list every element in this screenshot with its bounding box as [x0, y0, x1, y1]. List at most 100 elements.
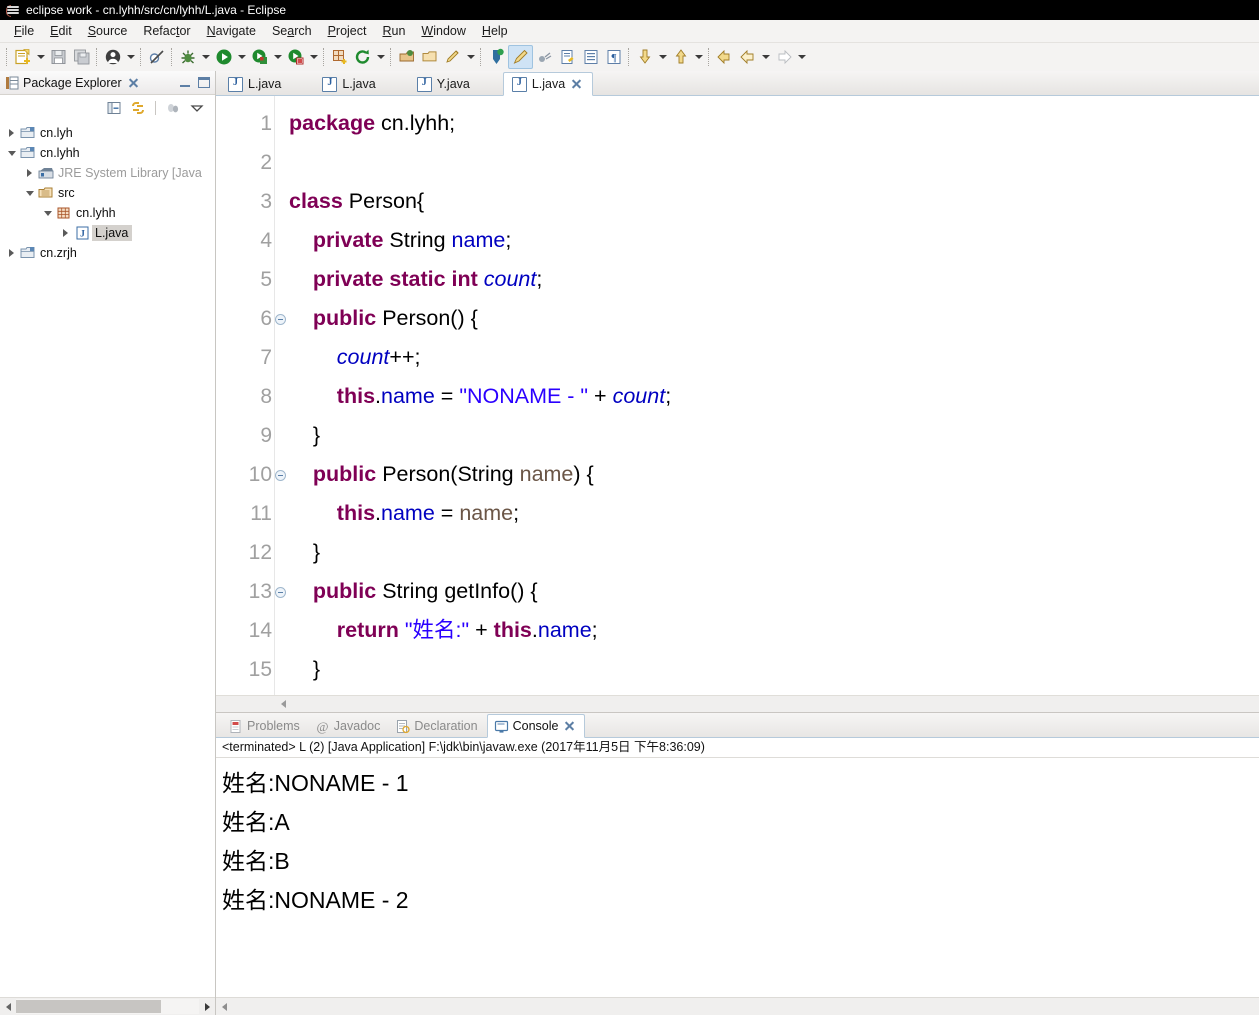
package-explorer-tab[interactable]: Package Explorer: [0, 71, 215, 95]
menu-navigate[interactable]: Navigate: [199, 22, 264, 40]
menu-edit[interactable]: Edit: [42, 22, 80, 40]
scrollbar-track[interactable]: [16, 999, 199, 1014]
search-dropdown-icon[interactable]: [464, 46, 477, 68]
explorer-horizontal-scrollbar[interactable]: [0, 997, 215, 1015]
close-icon[interactable]: [127, 77, 139, 89]
coverage-dropdown-icon[interactable]: [307, 46, 320, 68]
show-whitespace-icon[interactable]: ¶: [602, 46, 625, 68]
back-icon[interactable]: [713, 46, 736, 68]
menu-refactor[interactable]: Refactor: [135, 22, 198, 40]
previous-annotation-down-icon[interactable]: [633, 46, 656, 68]
chevron-down-icon[interactable]: [22, 183, 37, 203]
refresh-dropdown-icon[interactable]: [374, 46, 387, 68]
tab-problems[interactable]: Problems: [222, 715, 309, 737]
focus-on-active-task-icon[interactable]: [163, 99, 183, 117]
minimize-icon[interactable]: [179, 78, 191, 88]
menu-file[interactable]: FFileile: [6, 22, 42, 40]
tree-item-cn-lyh[interactable]: cn.lyh: [0, 123, 215, 143]
debug-dropdown-icon[interactable]: [199, 46, 212, 68]
scroll-right-arrow-icon[interactable]: [199, 999, 215, 1014]
forward-dropdown-icon[interactable]: [795, 46, 808, 68]
chevron-right-icon[interactable]: [58, 223, 73, 243]
code-viewport[interactable]: 1 2 3 4 5 6 7 8 9 10 11 12 13 14 15 16: [216, 96, 1259, 695]
view-menu-icon[interactable]: [187, 99, 207, 117]
code-token: name: [381, 384, 435, 408]
close-icon[interactable]: [564, 721, 575, 732]
scroll-left-arrow-icon[interactable]: [216, 999, 232, 1014]
tree-item-l-java[interactable]: J L.java: [0, 223, 215, 243]
scroll-left-arrow-icon[interactable]: [276, 697, 290, 711]
maximize-icon[interactable]: [198, 77, 210, 88]
code-token: name: [451, 228, 506, 252]
tree-item-cn-lyhh[interactable]: cn.lyhh: [0, 143, 215, 163]
run-icon[interactable]: [212, 46, 235, 68]
last-edit-icon[interactable]: [556, 46, 579, 68]
tree-item-jre-system-library[interactable]: JRE System Library [Java: [0, 163, 215, 183]
previous-annotation-dropdown-icon[interactable]: [656, 46, 669, 68]
scroll-left-arrow-icon[interactable]: [0, 999, 16, 1014]
tree-item-label: src: [58, 186, 75, 200]
tab-console-active[interactable]: Console: [486, 714, 586, 738]
run-external-tools-icon[interactable]: [248, 46, 271, 68]
run-dropdown-icon[interactable]: [235, 46, 248, 68]
chevron-right-icon[interactable]: [4, 123, 19, 143]
editor-tab-0[interactable]: L.java: [220, 73, 292, 95]
open-folder-icon[interactable]: [418, 46, 441, 68]
forward-back-icon[interactable]: [736, 46, 759, 68]
chevron-down-icon[interactable]: [40, 203, 55, 223]
project-tree[interactable]: cn.lyh cn.lyhh JRE System Library [Java: [0, 120, 215, 997]
tree-item-cn-zrjh[interactable]: cn.zrjh: [0, 243, 215, 263]
editor-tab-3-active[interactable]: L.java: [502, 72, 594, 96]
console-output[interactable]: 姓名:NONAME - 1 姓名:A 姓名:B 姓名:NONAME - 2: [216, 758, 1259, 997]
fold-collapse-icon[interactable]: [275, 469, 286, 481]
open-type-icon[interactable]: [395, 46, 418, 68]
fold-collapse-icon[interactable]: [275, 586, 286, 598]
back-dropdown-icon[interactable]: [759, 46, 772, 68]
skip-breakpoints-icon[interactable]: [145, 46, 168, 68]
tab-declaration[interactable]: Declaration: [389, 715, 486, 737]
search-icon[interactable]: [441, 46, 464, 68]
next-annotation-icon[interactable]: [533, 46, 556, 68]
next-annotation-up-icon[interactable]: [669, 46, 692, 68]
new-wizard-dropdown-icon[interactable]: [34, 46, 47, 68]
editor-tab-2[interactable]: Y.java: [409, 73, 481, 95]
coverage-icon[interactable]: [284, 46, 307, 68]
scrollbar-thumb[interactable]: [16, 1000, 161, 1013]
code-line: package cn.lyhh;: [289, 104, 1259, 143]
new-java-class-dropdown-icon[interactable]: [124, 46, 137, 68]
editor-horizontal-scrollbar[interactable]: [216, 695, 1259, 712]
menu-source[interactable]: Source: [80, 22, 136, 40]
source-code-text[interactable]: package cn.lyhh; class Person{ private S…: [275, 96, 1259, 695]
next-annotation-dropdown-icon[interactable]: [692, 46, 705, 68]
forward-icon[interactable]: [772, 46, 795, 68]
search-marker-icon[interactable]: [485, 46, 508, 68]
tab-javadoc[interactable]: @ Javadoc: [309, 715, 390, 737]
refresh-icon[interactable]: [351, 46, 374, 68]
tree-item-package-cn-lyhh[interactable]: cn.lyhh: [0, 203, 215, 223]
toggle-mark-occurrences-icon[interactable]: [579, 46, 602, 68]
menu-project[interactable]: Project: [320, 22, 375, 40]
edit-marker-icon[interactable]: [508, 45, 533, 69]
chevron-right-icon[interactable]: [4, 243, 19, 263]
save-icon[interactable]: [47, 46, 70, 68]
collapse-all-icon[interactable]: [104, 99, 124, 117]
editor-tab-1[interactable]: L.java: [314, 73, 386, 95]
menu-search[interactable]: Search: [264, 22, 320, 40]
fold-collapse-icon[interactable]: [275, 313, 286, 325]
menu-help[interactable]: Help: [474, 22, 516, 40]
run-external-tools-dropdown-icon[interactable]: [271, 46, 284, 68]
new-wizard-icon[interactable]: [11, 46, 34, 68]
tree-item-src[interactable]: src: [0, 183, 215, 203]
console-horizontal-scrollbar[interactable]: [216, 997, 1259, 1015]
close-icon[interactable]: [571, 79, 582, 90]
new-java-class-icon[interactable]: [101, 46, 124, 68]
menu-run[interactable]: Run: [374, 22, 413, 40]
chevron-right-icon[interactable]: [22, 163, 37, 183]
debug-icon[interactable]: [176, 46, 199, 68]
save-all-icon[interactable]: [70, 46, 93, 68]
chevron-down-icon[interactable]: [4, 143, 19, 163]
menu-window[interactable]: Window: [413, 22, 473, 40]
link-with-editor-icon[interactable]: [128, 99, 148, 117]
new-package-icon[interactable]: [328, 46, 351, 68]
